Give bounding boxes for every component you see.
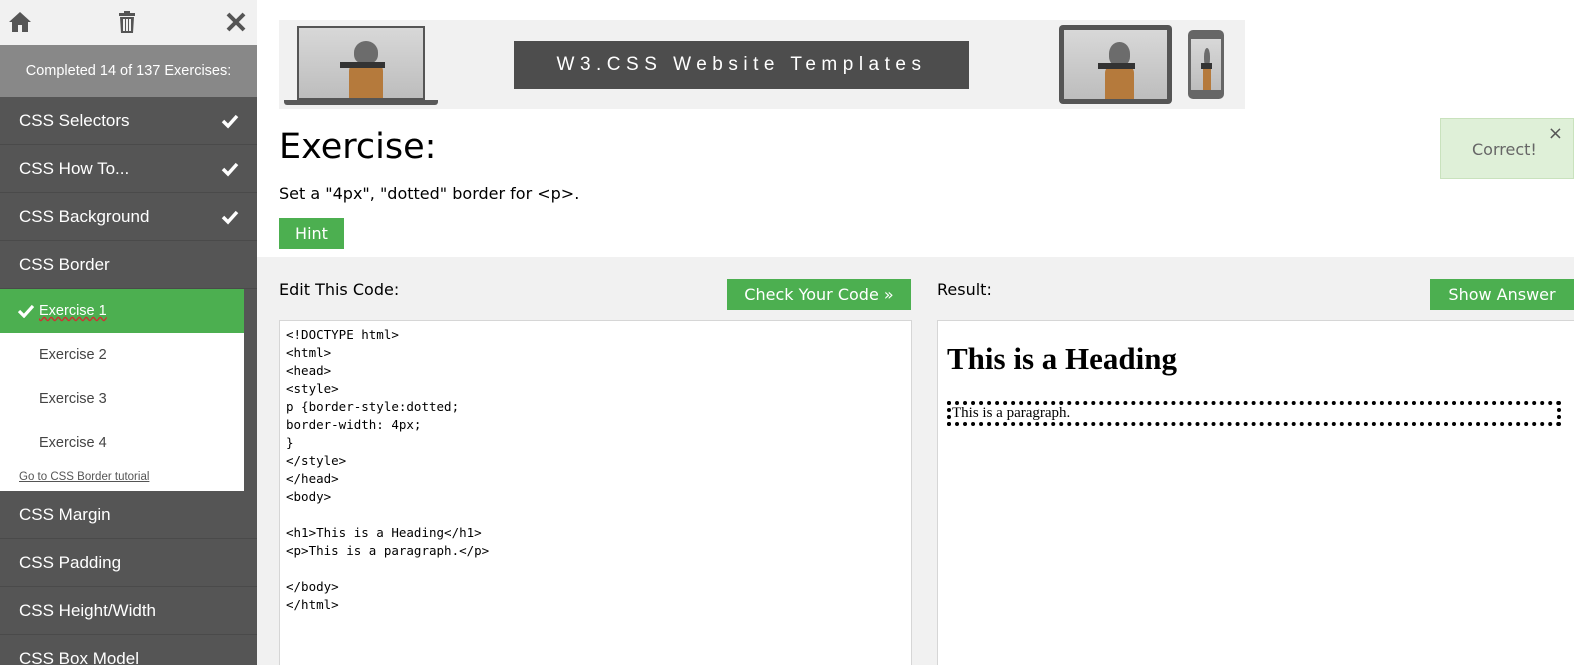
show-answer-button[interactable]: Show Answer <box>1430 279 1574 310</box>
home-icon[interactable] <box>7 9 33 35</box>
exercise-label: Exercise 4 <box>39 435 107 451</box>
sidebar-item-css-margin[interactable]: CSS Margin <box>0 491 257 539</box>
sidebar-item-css-box-model[interactable]: CSS Box Model <box>0 635 257 665</box>
result-paragraph: This is a paragraph. <box>947 401 1561 426</box>
progress-status: Completed 14 of 137 Exercises: <box>0 45 257 97</box>
exercise-title: Exercise: <box>279 127 437 167</box>
phone-image <box>1188 30 1224 99</box>
check-code-button[interactable]: Check Your Code » <box>727 279 911 310</box>
sidebar-item-css-padding[interactable]: CSS Padding <box>0 539 257 587</box>
sidebar-item-css-selectors[interactable]: CSS Selectors <box>0 97 257 145</box>
toast-close-icon[interactable]: × <box>1548 125 1563 143</box>
main-content: W3.CSS Website Templates Exercise: Set a… <box>257 0 1574 665</box>
check-icon <box>221 113 239 129</box>
sidebar: Completed 14 of 137 Exercises: CSS Selec… <box>0 0 257 665</box>
sidebar-item-label: CSS Padding <box>19 552 122 572</box>
sidebar-item-css-how-to[interactable]: CSS How To... <box>0 145 257 193</box>
laptop-image <box>284 24 438 106</box>
sidebar-item-label: CSS Box Model <box>19 648 139 665</box>
check-icon <box>221 161 239 177</box>
banner-title: W3.CSS Website Templates <box>514 41 969 89</box>
code-editor[interactable]: <!DOCTYPE html> <html> <head> <style> p … <box>279 320 912 665</box>
trash-icon[interactable] <box>114 9 140 35</box>
exercise-item-2[interactable]: Exercise 2 <box>0 333 244 377</box>
sidebar-item-label: CSS Border <box>19 254 110 274</box>
exercise-list: Exercise 1 Exercise 2 Exercise 3 Exercis… <box>0 289 244 491</box>
hint-button[interactable]: Hint <box>279 218 344 249</box>
exercise-description: Set a "4px", "dotted" border for <p>. <box>279 184 580 203</box>
tutorial-link[interactable]: Go to CSS Border tutorial <box>0 465 244 483</box>
sidebar-item-css-height-width[interactable]: CSS Height/Width <box>0 587 257 635</box>
exercise-item-3[interactable]: Exercise 3 <box>0 377 244 421</box>
exercise-label: Exercise 3 <box>39 391 107 407</box>
sidebar-item-label: CSS Selectors <box>19 110 130 130</box>
result-frame: This is a Heading This is a paragraph. <box>937 320 1574 665</box>
templates-banner[interactable]: W3.CSS Website Templates <box>279 20 1245 109</box>
editor-label: Edit This Code: <box>279 280 400 299</box>
close-icon[interactable] <box>223 9 249 35</box>
check-icon <box>18 304 34 318</box>
exercise-label: Exercise 2 <box>39 347 107 363</box>
exercise-item-1[interactable]: Exercise 1 <box>0 289 244 333</box>
exercise-label: Exercise 1 <box>39 303 107 319</box>
result-heading: This is a Heading <box>947 341 1177 376</box>
sidebar-item-css-background[interactable]: CSS Background <box>0 193 257 241</box>
sidebar-item-label: CSS How To... <box>19 158 130 178</box>
exercise-item-4[interactable]: Exercise 4 <box>0 421 244 465</box>
tablet-image <box>1059 25 1172 104</box>
toast-message: Correct! <box>1472 140 1537 159</box>
correct-toast: Correct! × <box>1440 118 1574 179</box>
sidebar-item-label: CSS Margin <box>19 504 111 524</box>
workspace: Edit This Code: Check Your Code » <!DOCT… <box>257 257 1574 665</box>
sidebar-item-label: CSS Background <box>19 206 150 226</box>
result-label: Result: <box>937 280 992 299</box>
sidebar-item-label: CSS Height/Width <box>19 600 156 620</box>
sidebar-item-css-border[interactable]: CSS Border <box>0 241 257 289</box>
check-icon <box>221 209 239 225</box>
sidebar-toolbar <box>0 0 257 45</box>
